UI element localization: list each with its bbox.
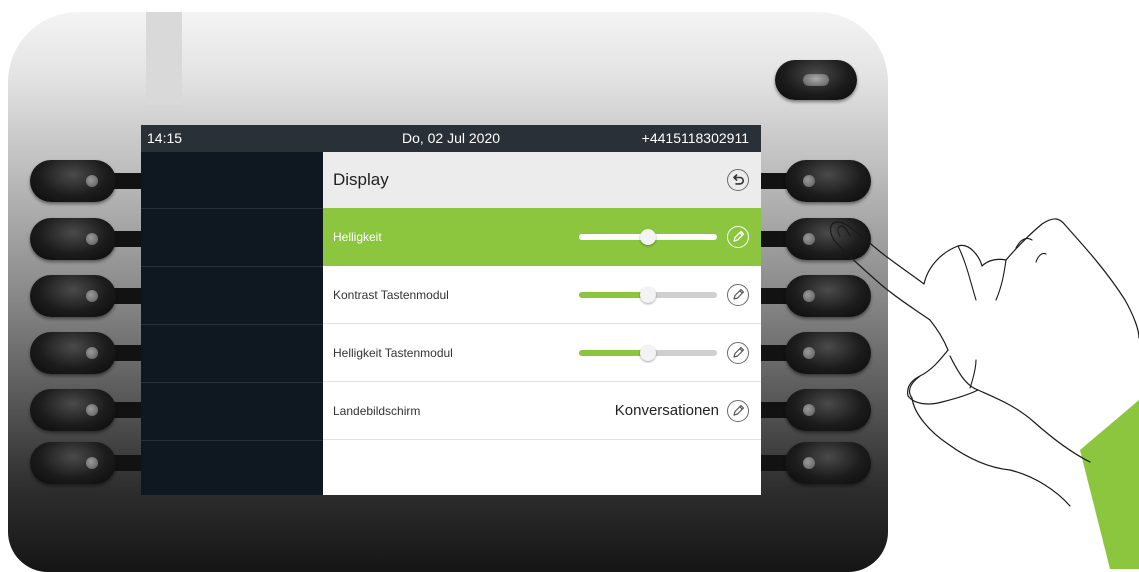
edit-button[interactable] <box>727 226 749 248</box>
divider <box>141 208 323 209</box>
key-led-icon <box>86 347 98 359</box>
contrast-slider[interactable] <box>579 287 717 303</box>
list-item-helligkeit-tastenmodul[interactable]: Helligkeit Tastenmodul <box>323 324 761 382</box>
key-led-icon <box>803 457 815 469</box>
list-item-landebildschirm[interactable]: Landebildschirm Konversationen <box>323 382 761 440</box>
right-key-1[interactable] <box>785 160 871 202</box>
slider-thumb[interactable] <box>640 229 656 245</box>
slider-fill <box>579 234 648 240</box>
page-title: Display <box>333 170 389 189</box>
divider <box>141 324 323 325</box>
edit-button[interactable] <box>727 400 749 422</box>
left-key-3[interactable] <box>30 275 116 317</box>
key-led-icon <box>803 175 815 187</box>
left-key-5[interactable] <box>30 389 116 431</box>
status-bar: 14:15 Do, 02 Jul 2020 +4415118302911 <box>141 125 761 152</box>
list-item-label: Landebildschirm <box>333 404 421 418</box>
divider <box>141 382 323 383</box>
divider <box>141 266 323 267</box>
slider-thumb[interactable] <box>640 287 656 303</box>
menu-header: Display <box>323 152 761 208</box>
key-led-icon <box>86 290 98 302</box>
top-right-key[interactable] <box>775 60 857 100</box>
left-key-6[interactable] <box>30 442 116 484</box>
key-led-icon <box>803 347 815 359</box>
pointing-hand-icon <box>829 218 1139 569</box>
divider <box>141 440 323 441</box>
edit-button[interactable] <box>727 284 749 306</box>
empty-list-row <box>323 440 761 495</box>
key-led-icon <box>803 233 815 245</box>
edit-button[interactable] <box>727 342 749 364</box>
pencil-icon <box>733 230 745 242</box>
pencil-icon <box>733 404 745 416</box>
pencil-icon <box>733 346 745 358</box>
slider-fill <box>579 350 648 356</box>
key-led-icon <box>803 290 815 302</box>
key-led-icon <box>86 457 98 469</box>
list-item-helligkeit[interactable]: Helligkeit <box>323 208 761 266</box>
list-item-kontrast-tastenmodul[interactable]: Kontrast Tastenmodul <box>323 266 761 324</box>
settings-panel: Display Helligkeit Kontrast Tastenmodul … <box>323 152 761 495</box>
key-led-icon <box>86 404 98 416</box>
left-key-2[interactable] <box>30 218 116 260</box>
key-led-icon <box>86 175 98 187</box>
left-key-label-panel <box>141 152 323 495</box>
left-key-4[interactable] <box>30 332 116 374</box>
key-led-icon <box>803 404 815 416</box>
slider-thumb[interactable] <box>640 345 656 361</box>
phone-display: 14:15 Do, 02 Jul 2020 +4415118302911 Dis… <box>141 125 761 495</box>
back-arrow-icon <box>733 174 744 185</box>
key-module-brightness-slider[interactable] <box>579 345 717 361</box>
key-led-icon <box>86 233 98 245</box>
list-item-label: Kontrast Tastenmodul <box>333 288 449 302</box>
status-phone-number: +4415118302911 <box>641 130 749 146</box>
list-item-label: Helligkeit <box>333 230 382 244</box>
left-key-1[interactable] <box>30 160 116 202</box>
list-item-value: Konversationen <box>614 402 719 419</box>
key-led-icon <box>803 74 829 86</box>
list-item-label: Helligkeit Tastenmodul <box>333 346 453 360</box>
brightness-slider[interactable] <box>579 229 717 245</box>
back-button[interactable] <box>727 169 749 191</box>
slider-fill <box>579 292 648 298</box>
phone-top-tab <box>146 12 182 105</box>
pencil-icon <box>733 288 745 300</box>
